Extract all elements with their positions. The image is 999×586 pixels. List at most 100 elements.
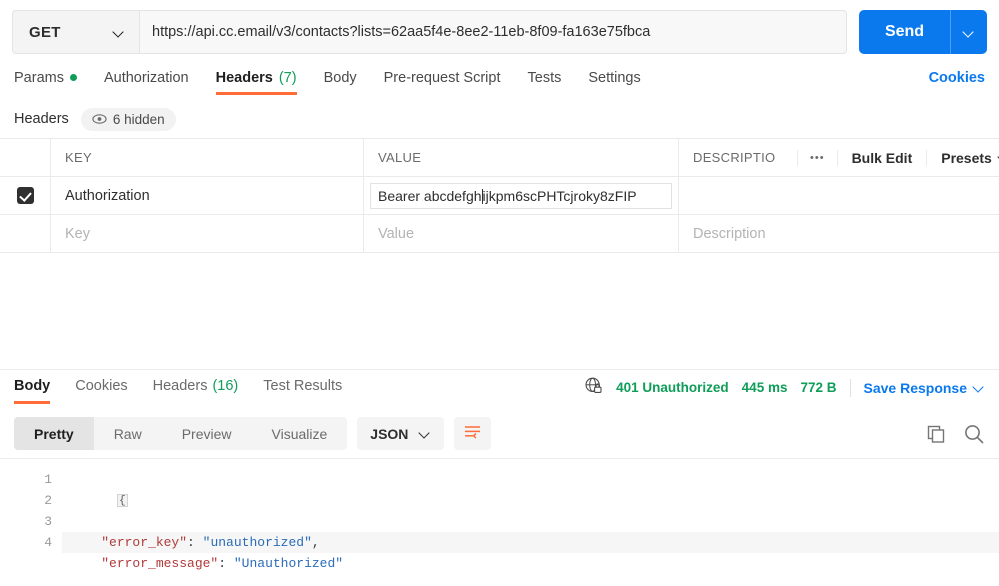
- hidden-headers-toggle[interactable]: 6 hidden: [80, 107, 176, 131]
- http-method-label: GET: [29, 23, 61, 41]
- response-tab-cookies[interactable]: Cookies: [75, 378, 127, 404]
- code-line: "error_key": "unauthorized",: [62, 532, 999, 553]
- column-header-key: KEY: [51, 139, 364, 176]
- headers-title: Headers: [14, 111, 69, 127]
- line-number-gutter: 1 2 3 4: [0, 459, 62, 576]
- modified-dot-icon: [69, 74, 77, 81]
- empty-row-checkbox-cell: [0, 215, 51, 252]
- response-format-label: JSON: [370, 425, 409, 442]
- column-header-description-group: DESCRIPTIO ••• Bulk Edit Presets: [679, 139, 999, 176]
- response-tab-headers-count: (16): [212, 377, 239, 394]
- empty-value-placeholder: Value: [378, 225, 415, 242]
- json-value: "unauthorized": [202, 535, 312, 550]
- line-number: 1: [44, 472, 52, 487]
- tab-pre-request-script[interactable]: Pre-request Script: [384, 70, 501, 95]
- tab-tests[interactable]: Tests: [528, 70, 562, 95]
- header-checkbox-column: [0, 139, 51, 176]
- tab-headers[interactable]: Headers (7): [215, 69, 297, 95]
- chevron-down-icon: [114, 27, 125, 38]
- send-button[interactable]: Send: [859, 10, 951, 54]
- response-tab-test-results[interactable]: Test Results: [263, 378, 342, 404]
- view-mode-raw[interactable]: Raw: [94, 417, 162, 450]
- response-body-viewer[interactable]: 1 2 3 4 { "error_key": "unauthorized", "…: [0, 458, 999, 576]
- code-line: {: [62, 469, 999, 532]
- row-key-cell[interactable]: Authorization: [51, 177, 364, 214]
- code-line: "error_message": "Unauthorized": [101, 556, 344, 571]
- fold-marker-open[interactable]: {: [116, 494, 128, 508]
- view-mode-preview[interactable]: Preview: [162, 417, 252, 450]
- tab-authorization-label: Authorization: [103, 69, 189, 86]
- eye-icon: [92, 114, 107, 124]
- response-time: 445 ms: [741, 380, 788, 395]
- tab-body[interactable]: Body: [324, 70, 357, 95]
- code-line: }: [62, 574, 999, 576]
- status-divider: [849, 378, 851, 397]
- response-size: 772 B: [800, 380, 837, 395]
- line-number: 4: [44, 535, 52, 550]
- hidden-headers-label: 6 hidden: [112, 111, 165, 127]
- response-tab-headers-label: Headers: [152, 377, 208, 394]
- copy-icon[interactable]: [926, 424, 946, 444]
- tab-params-label: Params: [14, 69, 64, 86]
- request-bar: GET https://api.cc.email/v3/contacts?lis…: [0, 0, 999, 64]
- presets-button[interactable]: Presets: [926, 149, 999, 166]
- json-key: "error_message": [101, 556, 219, 571]
- wrap-text-icon: [464, 424, 481, 444]
- column-header-value: VALUE: [364, 139, 679, 176]
- header-value-text-after-caret: ijkpm6scPHTcjroky8zFIP: [482, 187, 637, 204]
- chevron-down-icon: [420, 428, 431, 439]
- column-header-description: DESCRIPTIO: [693, 150, 776, 165]
- empty-row-description-cell[interactable]: Description: [679, 215, 999, 252]
- line-number: 2: [44, 493, 52, 508]
- tab-settings[interactable]: Settings: [588, 70, 640, 95]
- json-value: "Unauthorized": [233, 556, 344, 571]
- send-button-group: Send: [859, 10, 987, 54]
- globe-lock-icon: [584, 376, 603, 400]
- row-checkbox-cell: [0, 177, 51, 214]
- response-tab-body-label: Body: [14, 377, 51, 394]
- http-method-selector[interactable]: GET: [12, 10, 139, 54]
- empty-key-placeholder: Key: [65, 225, 90, 242]
- tab-params[interactable]: Params: [14, 70, 77, 95]
- wrap-text-button[interactable]: [454, 417, 492, 450]
- table-header-row: KEY VALUE DESCRIPTIO ••• Bulk Edit Prese…: [0, 139, 999, 177]
- send-options-button[interactable]: [951, 10, 987, 54]
- request-tabs: Params Authorization Headers (7) Body Pr…: [0, 64, 999, 100]
- header-value-input[interactable]: Bearer abcdefgh ijkpm6scPHTcjroky8zFIP: [370, 182, 672, 209]
- more-options-button[interactable]: •••: [797, 149, 837, 166]
- json-key: "error_key": [101, 535, 188, 550]
- code-content[interactable]: { "error_key": "unauthorized", "error_me…: [62, 459, 999, 576]
- tab-authorization[interactable]: Authorization: [104, 70, 189, 95]
- chevron-down-icon: [974, 382, 985, 393]
- response-format-selector[interactable]: JSON: [357, 417, 445, 450]
- empty-row-key-cell[interactable]: Key: [51, 215, 364, 252]
- empty-row-value-cell[interactable]: Value: [364, 215, 679, 252]
- view-mode-pretty[interactable]: Pretty: [14, 417, 94, 450]
- response-tabs: Body Cookies Headers (16) Test Results 4…: [0, 370, 999, 411]
- response-status-bar: 401 Unauthorized 445 ms 772 B Save Respo…: [584, 376, 985, 406]
- view-mode-segmented-control: Pretty Raw Preview Visualize: [14, 417, 348, 450]
- response-tab-headers[interactable]: Headers (16): [153, 378, 239, 404]
- presets-label: Presets: [941, 149, 992, 166]
- url-input[interactable]: https://api.cc.email/v3/contacts?lists=6…: [139, 10, 847, 54]
- cookies-link[interactable]: Cookies: [929, 70, 985, 95]
- row-enabled-checkbox[interactable]: [16, 187, 34, 204]
- save-response-label: Save Response: [863, 379, 968, 396]
- response-tab-test-results-label: Test Results: [263, 377, 343, 394]
- tab-headers-count: (7): [278, 69, 297, 86]
- bulk-edit-button[interactable]: Bulk Edit: [836, 149, 927, 166]
- save-response-button[interactable]: Save Response: [864, 380, 986, 396]
- tab-pre-request-script-label: Pre-request Script: [383, 69, 501, 86]
- response-tab-cookies-label: Cookies: [75, 377, 128, 394]
- row-description-cell[interactable]: [679, 177, 999, 214]
- headers-table-empty-space: [0, 253, 999, 370]
- chevron-down-icon: [964, 27, 975, 38]
- response-body-actions: [926, 423, 985, 445]
- response-body-toolbar: Pretty Raw Preview Visualize JSON: [0, 411, 999, 458]
- response-tab-body[interactable]: Body: [14, 377, 51, 404]
- table-row: Authorization Bearer abcdefgh ijkpm6scPHT…: [0, 177, 999, 215]
- view-mode-visualize[interactable]: Visualize: [252, 417, 348, 450]
- header-value-text-before-caret: Bearer abcdefgh: [378, 187, 482, 204]
- tab-settings-label: Settings: [588, 69, 641, 86]
- search-icon[interactable]: [963, 423, 985, 445]
